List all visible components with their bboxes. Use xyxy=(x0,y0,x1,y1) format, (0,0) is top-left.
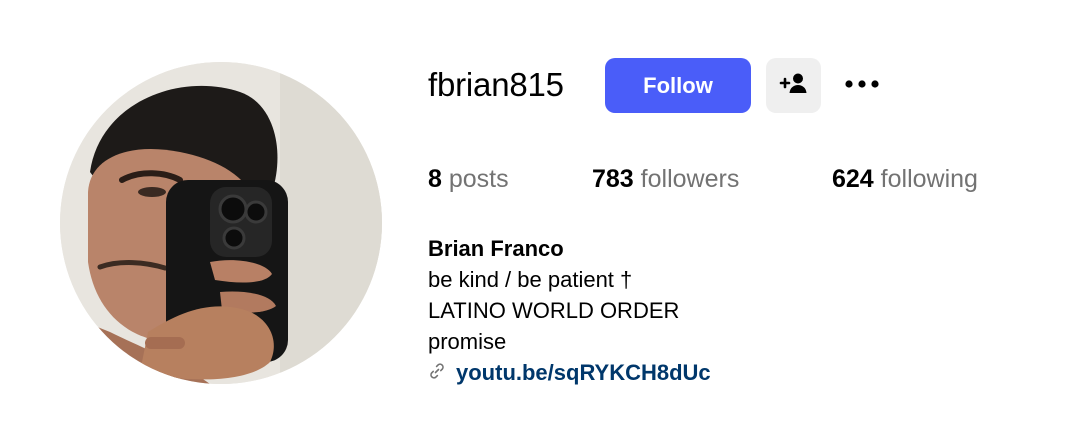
profile-full-name: Brian Franco xyxy=(428,236,564,261)
more-options-button[interactable] xyxy=(838,62,886,108)
person-add-icon xyxy=(779,72,809,99)
bio-line-1: be kind / be patient † xyxy=(428,267,633,292)
more-horizontal-icon xyxy=(842,76,882,94)
following-count-value: 624 xyxy=(832,165,874,193)
following-count[interactable]: 624 following xyxy=(832,165,978,194)
avatar-photo xyxy=(60,62,382,384)
profile-header: fbrian815 Follow 8 posts 783 followers 6… xyxy=(0,0,1080,432)
follow-button[interactable]: Follow xyxy=(605,58,751,113)
followers-count[interactable]: 783 followers xyxy=(592,165,739,194)
following-count-label: following xyxy=(880,165,978,193)
bio-link-text: youtu.be/sqRYKCH8dUc xyxy=(456,360,711,385)
followers-count-label: followers xyxy=(640,165,740,193)
posts-count: 8 posts xyxy=(428,165,509,194)
bio-line-3: promise xyxy=(428,329,507,354)
profile-avatar[interactable] xyxy=(60,62,382,384)
profile-username: fbrian815 xyxy=(428,66,564,103)
bio-line-2: LATINO WORLD ORDER xyxy=(428,298,680,323)
link-icon xyxy=(428,357,446,388)
posts-count-value: 8 xyxy=(428,165,442,193)
suggest-accounts-button[interactable] xyxy=(766,58,821,113)
followers-count-value: 783 xyxy=(592,165,634,193)
posts-count-label: posts xyxy=(448,165,509,193)
profile-bio: Brian Franco be kind / be patient † LATI… xyxy=(428,233,711,388)
bio-link[interactable]: youtu.be/sqRYKCH8dUc xyxy=(428,357,711,388)
